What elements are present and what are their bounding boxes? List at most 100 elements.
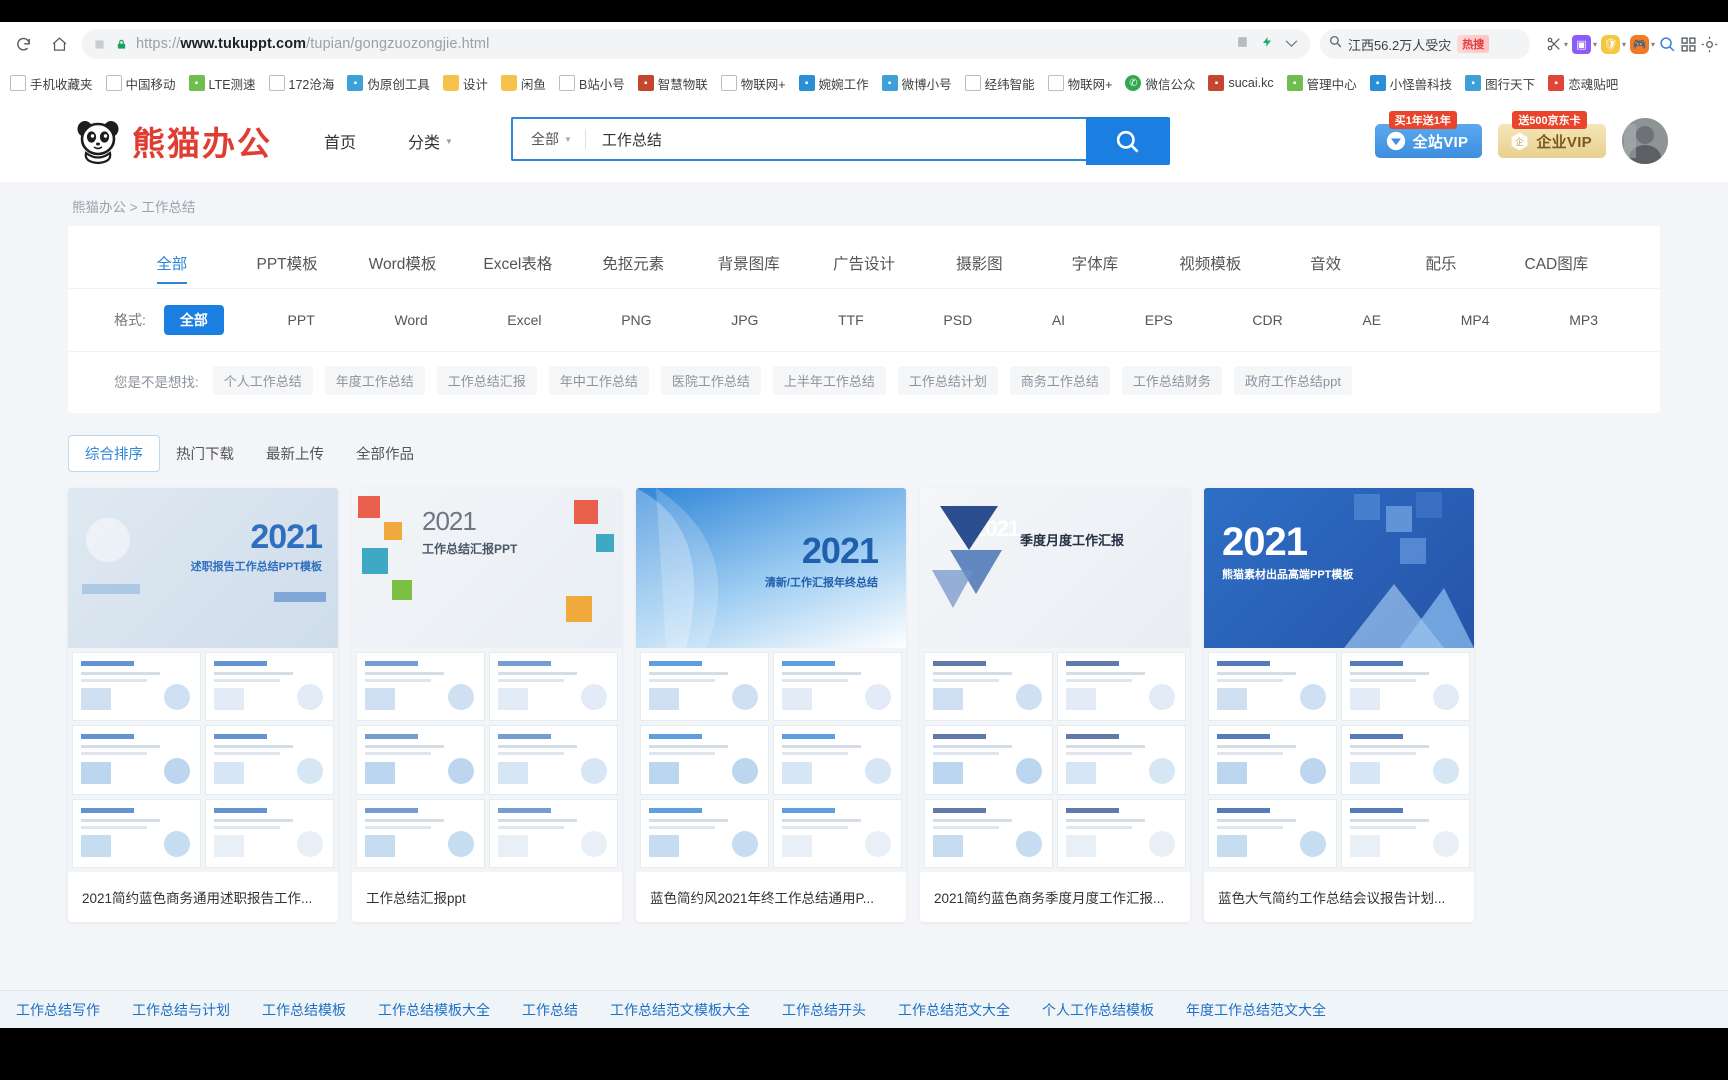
sort-tab[interactable]: 最新上传	[250, 436, 340, 471]
format-chip[interactable]: PNG	[605, 307, 667, 333]
format-chip[interactable]: AE	[1346, 307, 1397, 333]
format-chip[interactable]: JPG	[715, 307, 774, 333]
format-chip[interactable]: Excel	[491, 307, 557, 333]
bookmark-item[interactable]: 经纬智能	[959, 71, 1041, 96]
suggestion-chip[interactable]: 工作总结计划	[897, 366, 998, 395]
scissors-icon[interactable]: ▾	[1546, 36, 1568, 52]
category-tab[interactable]: PPT模板	[229, 244, 344, 288]
bookmark-item[interactable]: ▪ 管理中心	[1281, 71, 1363, 96]
bookmark-item[interactable]: ✆ 微信公众	[1119, 71, 1201, 96]
keyword-link[interactable]: 工作总结范文模板大全	[594, 1000, 766, 1020]
bookmark-item[interactable]: 物联网+	[1042, 71, 1119, 96]
format-chip[interactable]: Word	[378, 307, 443, 333]
bookmark-item[interactable]: 172沧海	[263, 71, 341, 96]
sort-tab[interactable]: 综合排序	[68, 435, 160, 472]
nav-item-category[interactable]: 分类 ▼	[408, 129, 453, 153]
category-tab[interactable]: 音效	[1268, 244, 1383, 288]
chevron-down-icon[interactable]	[1285, 35, 1298, 53]
bookmark-item[interactable]: 手机收藏夹	[4, 71, 99, 96]
bookmark-item[interactable]: 闲鱼	[495, 71, 552, 96]
result-card[interactable]: 2021 熊猫素材出品高端PPT模板 蓝色大气简约工作总结会议报告计划...	[1204, 488, 1474, 922]
category-tab[interactable]: 摄影图	[922, 244, 1037, 288]
category-tab[interactable]: 全部	[114, 244, 229, 288]
result-title[interactable]: 2021简约蓝色商务通用述职报告工作...	[68, 872, 338, 922]
keyword-link[interactable]: 年度工作总结范文大全	[1170, 1000, 1342, 1020]
keyword-link[interactable]: 工作总结写作	[0, 1000, 116, 1020]
format-chip[interactable]: AI	[1036, 307, 1081, 333]
format-chip[interactable]: 全部	[163, 305, 224, 335]
result-card[interactable]: 2021 工作总结汇报PPT 工作总结汇报ppt	[352, 488, 622, 922]
search-button[interactable]	[1085, 117, 1170, 165]
bookmark-item[interactable]: ▪ 智慧物联	[632, 71, 714, 96]
format-chip[interactable]: PSD	[927, 307, 988, 333]
bookmark-item[interactable]: ▪ 图行天下	[1459, 71, 1541, 96]
bookmark-item[interactable]: 物联网+	[715, 71, 792, 96]
keyword-link[interactable]: 工作总结开头	[766, 1000, 882, 1020]
suggestion-chip[interactable]: 工作总结财务	[1121, 366, 1222, 395]
avatar[interactable]	[1622, 118, 1668, 164]
bookmark-item[interactable]: 设计	[437, 71, 494, 96]
apps-grid-icon[interactable]	[1680, 36, 1697, 53]
browser-search-box[interactable]: 江西56.2万人受灾 热搜	[1319, 29, 1530, 59]
category-tab[interactable]: 字体库	[1037, 244, 1152, 288]
suggestion-chip[interactable]: 年度工作总结	[324, 366, 425, 395]
keyword-link[interactable]: 工作总结	[506, 1000, 594, 1020]
category-tab[interactable]: Excel表格	[460, 244, 575, 288]
screenshot-icon[interactable]: ▣ ▾	[1571, 34, 1597, 54]
bookmark-item[interactable]: ▪ 伪原创工具	[341, 71, 436, 96]
format-chip[interactable]: CDR	[1236, 307, 1298, 333]
reader-icon[interactable]	[1236, 35, 1249, 54]
category-tab[interactable]: Word模板	[345, 244, 460, 288]
format-chip[interactable]: EPS	[1129, 307, 1189, 333]
result-card[interactable]: 2021 清新/工作汇报年终总结 蓝色简约风2021年终工作总结通用P...	[636, 488, 906, 922]
bookmark-item[interactable]: ▪ 恋魂贴吧	[1542, 71, 1624, 96]
category-tab[interactable]: 视频模板	[1153, 244, 1268, 288]
keyword-link[interactable]: 工作总结模板大全	[362, 1000, 506, 1020]
suggestion-chip[interactable]: 上半年工作总结	[772, 366, 886, 395]
sort-tab[interactable]: 全部作品	[340, 436, 430, 471]
result-card[interactable]: 2021 述职报告工作总结PPT模板 2021简约蓝色商务通用述职报告工作...	[68, 488, 338, 922]
result-title[interactable]: 2021简约蓝色商务季度月度工作汇报...	[920, 872, 1190, 922]
enterprise-vip-button[interactable]: 送500京东卡 企 企业VIP	[1498, 111, 1606, 158]
format-chip[interactable]: MP4	[1445, 307, 1506, 333]
bookmark-item[interactable]: B站小号	[553, 71, 631, 96]
format-chip[interactable]: TTF	[822, 307, 880, 333]
site-logo[interactable]: 熊猫办公	[72, 115, 272, 167]
bookmark-item[interactable]: ▪ LTE测速	[183, 71, 262, 96]
category-tab[interactable]: 配乐	[1383, 244, 1498, 288]
site-vip-button[interactable]: 买1年送1年 全站VIP	[1374, 111, 1483, 158]
result-card[interactable]: 2021 季度月度工作汇报 2021简约蓝色商务季度月度工作汇报...	[920, 488, 1190, 922]
search-input[interactable]	[585, 130, 1086, 148]
result-title[interactable]: 蓝色简约风2021年终工作总结通用P...	[636, 872, 906, 922]
bookmark-item[interactable]: ▪ 微博小号	[876, 71, 958, 96]
nav-item-home[interactable]: 首页	[324, 129, 356, 153]
address-bar[interactable]: https://www.tukuppt.com/tupian/gongzuozo…	[82, 29, 1310, 59]
search-category-select[interactable]: 全部 ▼	[513, 129, 585, 149]
keyword-link[interactable]: 工作总结与计划	[116, 1000, 246, 1020]
magnifier-icon[interactable]	[1659, 36, 1676, 53]
settings-sun-icon[interactable]	[1701, 36, 1718, 53]
game-icon[interactable]: 🎮 ▾	[1629, 34, 1655, 54]
keyword-link[interactable]: 个人工作总结模板	[1026, 1000, 1170, 1020]
bookmark-item[interactable]: ▪ sucai.kc	[1202, 72, 1279, 94]
suggestion-chip[interactable]: 工作总结汇报	[436, 366, 537, 395]
suggestion-chip[interactable]: 年中工作总结	[548, 366, 649, 395]
bookmark-item[interactable]: ▪ 小怪兽科技	[1364, 71, 1459, 96]
category-tab[interactable]: CAD图库	[1499, 244, 1614, 288]
bookmark-item[interactable]: ▪ 婉婉工作	[793, 71, 875, 96]
sort-tab[interactable]: 热门下载	[160, 436, 250, 471]
result-title[interactable]: 工作总结汇报ppt	[352, 872, 622, 922]
format-chip[interactable]: MP3	[1553, 307, 1614, 333]
bookmark-item[interactable]: 中国移动	[100, 71, 182, 96]
category-tab[interactable]: 广告设计	[806, 244, 921, 288]
home-icon[interactable]	[46, 31, 72, 57]
category-tab[interactable]: 免抠元素	[576, 244, 691, 288]
shield-icon[interactable]: 🛡 ▾	[1600, 34, 1626, 54]
keyword-link[interactable]: 工作总结范文大全	[882, 1000, 1026, 1020]
category-tab[interactable]: 背景图库	[691, 244, 806, 288]
result-title[interactable]: 蓝色大气简约工作总结会议报告计划...	[1204, 872, 1474, 922]
suggestion-chip[interactable]: 医院工作总结	[660, 366, 761, 395]
suggestion-chip[interactable]: 政府工作总结ppt	[1233, 366, 1352, 395]
breadcrumb-root[interactable]: 熊猫办公	[72, 200, 126, 215]
keyword-link[interactable]: 工作总结模板	[246, 1000, 362, 1020]
